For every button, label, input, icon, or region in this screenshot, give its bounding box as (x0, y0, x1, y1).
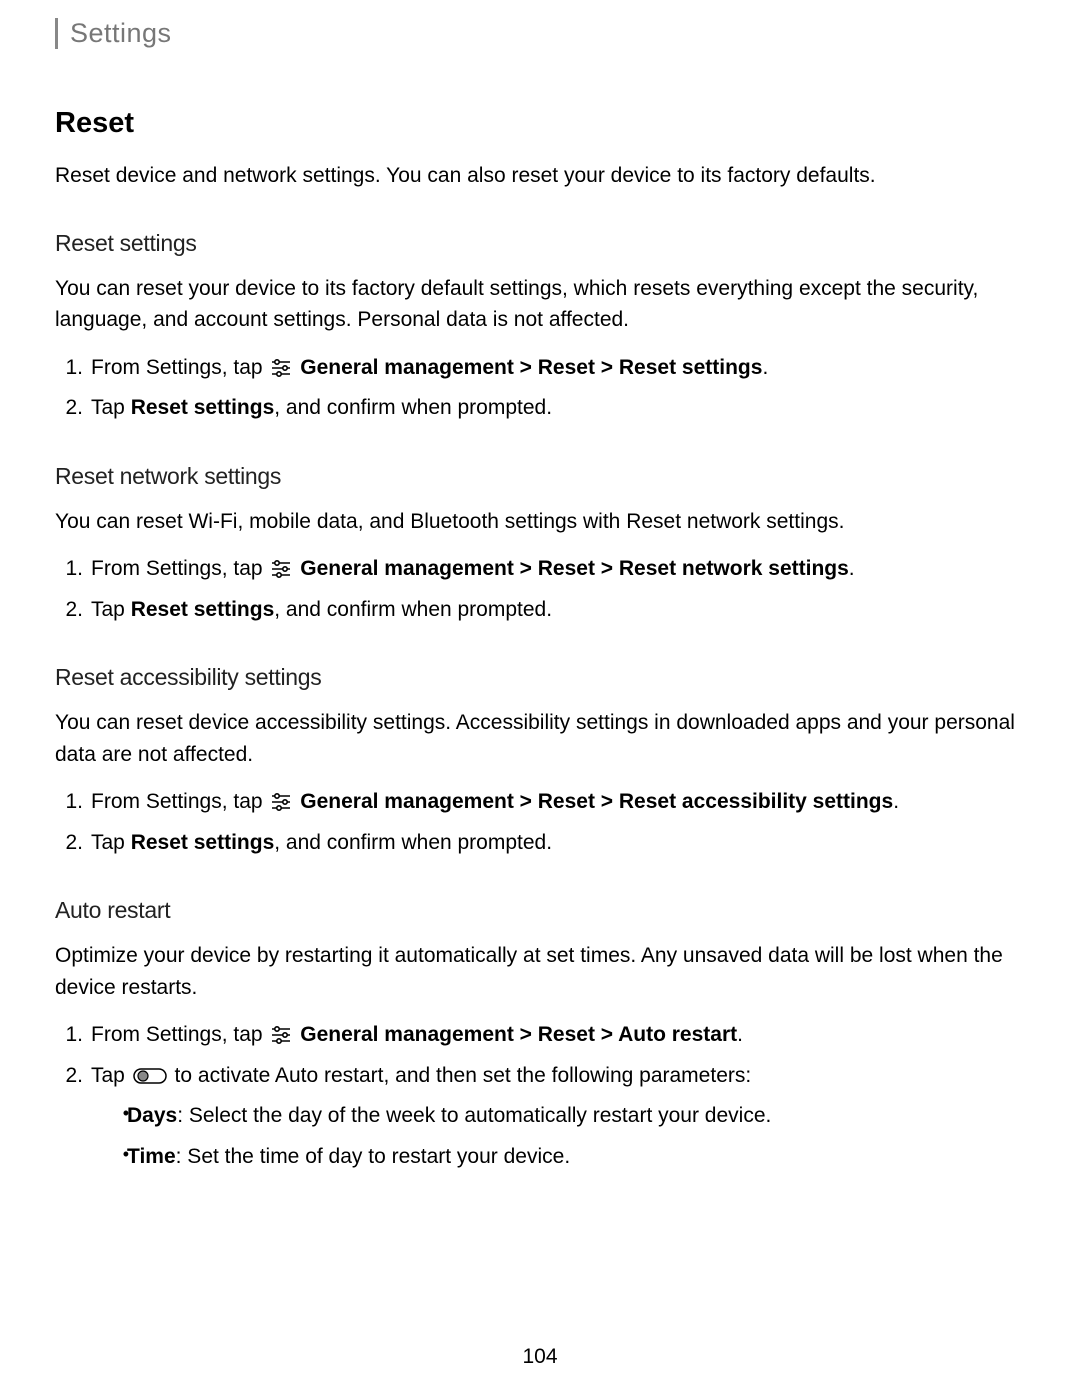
section-text: Optimize your device by restarting it au… (55, 940, 1025, 1003)
bullet-list: Days: Select the day of the week to auto… (91, 1100, 1025, 1173)
steps-list: From Settings, tap General management > … (55, 352, 1025, 425)
step-item: From Settings, tap General management > … (87, 352, 1025, 385)
section-text: You can reset your device to its factory… (55, 273, 1025, 336)
steps-list: From Settings, tap General management > … (55, 1019, 1025, 1173)
sliders-icon (270, 790, 292, 810)
section-text: You can reset device accessibility setti… (55, 707, 1025, 770)
bullet-item: Time: Set the time of day to restart you… (123, 1141, 1025, 1174)
header-breadcrumb: Settings (70, 18, 172, 48)
step-item: Tap Reset settings, and confirm when pro… (87, 392, 1025, 425)
section-text: You can reset Wi-Fi, mobile data, and Bl… (55, 506, 1025, 538)
sliders-icon (270, 1023, 292, 1043)
step-item: From Settings, tap General management > … (87, 553, 1025, 586)
section-heading-auto-restart: Auto restart (55, 897, 1025, 924)
sliders-icon (270, 557, 292, 577)
step-item: Tap Reset settings, and confirm when pro… (87, 827, 1025, 860)
step-item: From Settings, tap General management > … (87, 1019, 1025, 1052)
steps-list: From Settings, tap General management > … (55, 553, 1025, 626)
page-title: Reset (55, 107, 1025, 140)
toggle-icon (133, 1064, 167, 1084)
section-heading-reset-settings: Reset settings (55, 230, 1025, 257)
section-heading-reset-network: Reset network settings (55, 463, 1025, 490)
page-header: Settings (55, 18, 1025, 49)
sliders-icon (270, 356, 292, 376)
intro-paragraph: Reset device and network settings. You c… (55, 160, 1025, 192)
page-number: 104 (0, 1345, 1080, 1369)
step-item: Tap Reset settings, and confirm when pro… (87, 594, 1025, 627)
bullet-item: Days: Select the day of the week to auto… (123, 1100, 1025, 1133)
steps-list: From Settings, tap General management > … (55, 786, 1025, 859)
section-heading-reset-accessibility: Reset accessibility settings (55, 664, 1025, 691)
step-item: Tap to activate Auto restart, and then s… (87, 1060, 1025, 1174)
step-item: From Settings, tap General management > … (87, 786, 1025, 819)
